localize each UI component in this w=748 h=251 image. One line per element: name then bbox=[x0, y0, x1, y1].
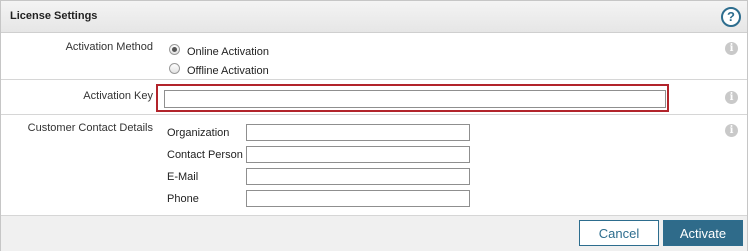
phone-label: Phone bbox=[167, 193, 199, 205]
activation-key-info-icon[interactable]: i bbox=[725, 91, 738, 104]
panel-title: License Settings bbox=[10, 10, 98, 22]
contact-details-row: Customer Contact Details i Organization … bbox=[1, 115, 747, 214]
contact-person-label: Contact Person bbox=[167, 149, 243, 161]
online-activation-radio[interactable] bbox=[169, 44, 180, 55]
activate-button[interactable]: Activate bbox=[663, 220, 743, 246]
offline-activation-label[interactable]: Offline Activation bbox=[187, 65, 269, 77]
contact-person-input[interactable] bbox=[246, 146, 470, 163]
help-icon[interactable]: ? bbox=[721, 7, 741, 27]
activation-key-input[interactable] bbox=[164, 90, 666, 108]
contact-details-label: Customer Contact Details bbox=[27, 122, 153, 134]
contact-details-info-icon[interactable]: i bbox=[725, 124, 738, 137]
license-settings-panel: License Settings ? Activation Method Onl… bbox=[0, 0, 748, 251]
organization-label: Organization bbox=[167, 127, 230, 139]
cancel-button[interactable]: Cancel bbox=[579, 220, 659, 246]
organization-input[interactable] bbox=[246, 124, 470, 141]
email-label: E-Mail bbox=[167, 171, 199, 183]
panel-header: License Settings ? bbox=[1, 1, 747, 33]
activation-method-label: Activation Method bbox=[65, 41, 153, 53]
panel-footer: Cancel Activate bbox=[1, 215, 747, 251]
online-activation-label[interactable]: Online Activation bbox=[187, 46, 269, 58]
activation-key-label: Activation Key bbox=[83, 90, 153, 102]
activation-method-row: Activation Method Online Activation Offl… bbox=[1, 33, 747, 80]
email-input[interactable] bbox=[246, 168, 470, 185]
activation-method-info-icon[interactable]: i bbox=[725, 42, 738, 55]
offline-activation-radio[interactable] bbox=[169, 63, 180, 74]
phone-input[interactable] bbox=[246, 190, 470, 207]
